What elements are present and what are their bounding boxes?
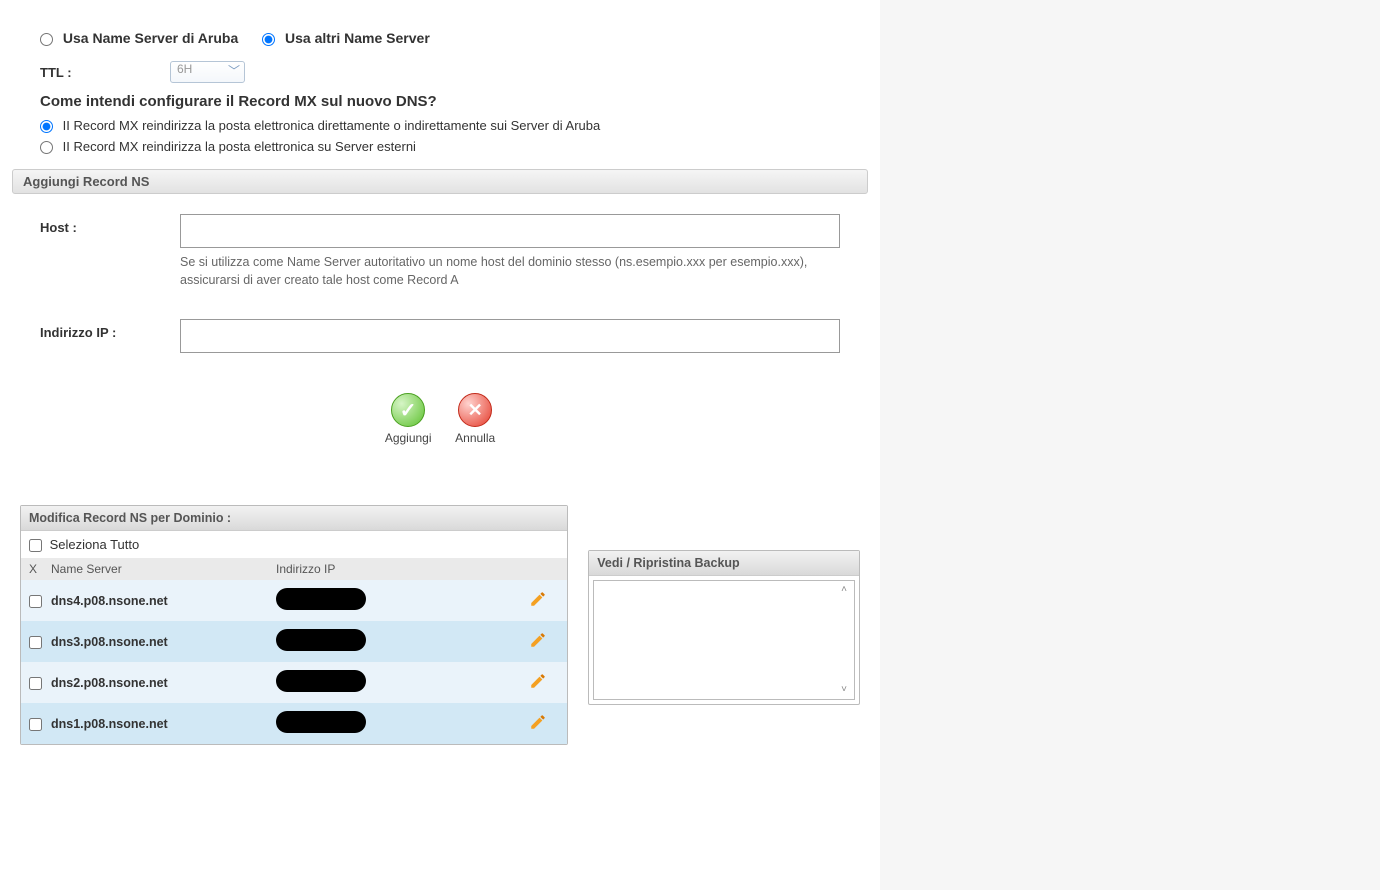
table-row: dns1.p08.nsone.net [21,703,567,744]
radio-aruba-ns-label[interactable]: Usa Name Server di Aruba [40,30,242,46]
radio-aruba-ns-text: Usa Name Server di Aruba [63,30,238,46]
col-header-x: X [29,562,51,576]
col-header-ip: Indirizzo IP [276,562,529,576]
cancel-icon [458,393,492,427]
row-nameserver: dns1.p08.nsone.net [51,717,276,731]
radio-mx-aruba[interactable] [40,120,53,133]
edit-icon[interactable] [529,590,547,608]
ttl-select[interactable]: 6H ﹀ [170,61,245,83]
row-ip [276,629,529,654]
ns-records-panel: Modifica Record NS per Dominio : Selezio… [20,505,568,745]
check-icon [391,393,425,427]
add-ns-section-header: Aggiungi Record NS [12,169,868,194]
row-ip [276,588,529,613]
host-help-text: Se si utilizza come Name Server autorita… [180,254,840,289]
row-checkbox[interactable] [29,718,42,731]
select-all-text: Seleziona Tutto [50,537,140,552]
radio-mx-external[interactable] [40,141,53,154]
select-all-checkbox[interactable] [29,539,42,552]
mx-question: Come intendi configurare il Record MX su… [40,93,870,110]
ip-label: Indirizzo IP : [40,319,180,340]
scroll-up-icon[interactable]: ˄ [836,583,852,597]
nameserver-choice-group: Usa Name Server di Aruba Usa altri Name … [40,30,870,46]
col-header-ns: Name Server [51,562,276,576]
row-ip [276,670,529,695]
radio-mx-aruba-text: II Record MX reindirizza la posta elettr… [63,118,601,133]
radio-other-ns-label[interactable]: Usa altri Name Server [262,30,430,46]
select-all-label[interactable]: Seleziona Tutto [29,537,139,552]
backup-panel-title: Vedi / Ripristina Backup [589,551,859,576]
add-button-label: Aggiungi [385,431,432,445]
edit-icon[interactable] [529,631,547,649]
host-label: Host : [40,214,180,235]
chevron-down-icon: ﹀ [228,62,244,79]
backup-panel: Vedi / Ripristina Backup ˄ ˅ [588,550,860,705]
cancel-button-label: Annulla [455,431,495,445]
radio-other-ns[interactable] [262,33,275,46]
radio-mx-external-label[interactable]: II Record MX reindirizza la posta elettr… [40,139,870,154]
table-row: dns4.p08.nsone.net [21,580,567,621]
row-nameserver: dns2.p08.nsone.net [51,676,276,690]
host-input[interactable] [180,214,840,248]
row-checkbox[interactable] [29,677,42,690]
radio-mx-external-text: II Record MX reindirizza la posta elettr… [63,139,416,154]
scroll-down-icon[interactable]: ˅ [836,683,852,697]
row-nameserver: dns3.p08.nsone.net [51,635,276,649]
ns-table-header: X Name Server Indirizzo IP [21,558,567,580]
table-row: dns2.p08.nsone.net [21,662,567,703]
edit-icon[interactable] [529,713,547,731]
cancel-button[interactable]: Annulla [455,393,495,445]
ns-panel-title: Modifica Record NS per Dominio : [21,506,567,531]
radio-mx-aruba-label[interactable]: II Record MX reindirizza la posta elettr… [40,118,870,133]
add-button[interactable]: Aggiungi [385,393,432,445]
row-ip [276,711,529,736]
ttl-select-value: 6H [177,62,192,76]
row-nameserver: dns4.p08.nsone.net [51,594,276,608]
ttl-label: TTL : [40,65,170,80]
row-checkbox[interactable] [29,595,42,608]
ip-input[interactable] [180,319,840,353]
table-row: dns3.p08.nsone.net [21,621,567,662]
radio-other-ns-text: Usa altri Name Server [285,30,430,46]
row-checkbox[interactable] [29,636,42,649]
mx-options-group: II Record MX reindirizza la posta elettr… [40,118,870,154]
edit-icon[interactable] [529,672,547,690]
backup-listbox[interactable]: ˄ ˅ [593,580,855,700]
radio-aruba-ns[interactable] [40,33,53,46]
